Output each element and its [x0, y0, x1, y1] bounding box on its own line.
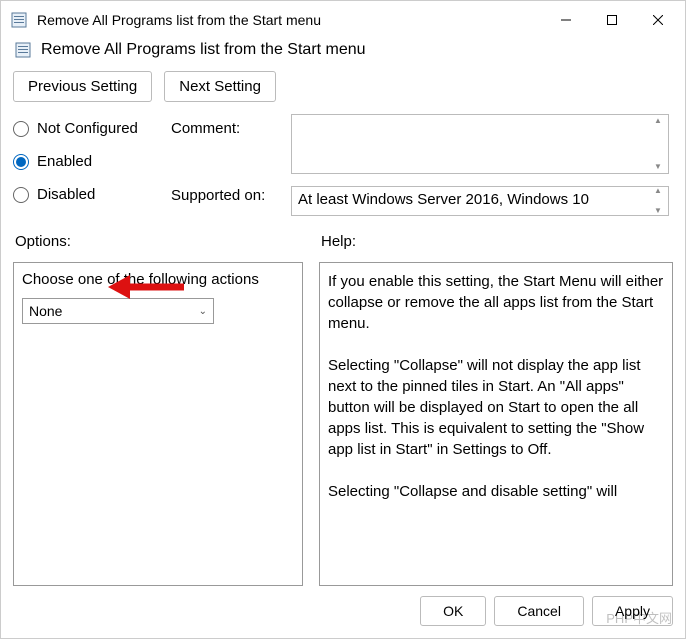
next-setting-button[interactable]: Next Setting — [164, 71, 276, 102]
annotation-arrow-icon — [106, 269, 186, 305]
labels-col: Comment: Supported on: — [171, 114, 291, 204]
maximize-button[interactable] — [589, 4, 635, 36]
titlebar: Remove All Programs list from the Start … — [1, 1, 685, 39]
radio-icon — [13, 154, 29, 170]
ok-button[interactable]: OK — [420, 596, 486, 626]
radio-label: Not Configured — [37, 120, 138, 137]
header-title: Remove All Programs list from the Start … — [41, 41, 366, 59]
options-title: Options: — [13, 233, 303, 250]
footer: OK Cancel Apply — [1, 586, 685, 638]
comment-label: Comment: — [171, 120, 291, 137]
radio-icon — [13, 121, 29, 137]
config-area: Not Configured Enabled Disabled Comment:… — [1, 114, 685, 219]
comment-textarea[interactable]: ▲ ▼ — [291, 114, 669, 174]
radio-group: Not Configured Enabled Disabled — [13, 114, 171, 219]
help-title: Help: — [319, 233, 673, 250]
scroll-down-icon[interactable]: ▼ — [654, 163, 666, 171]
dialog-window: Remove All Programs list from the Start … — [0, 0, 686, 639]
policy-icon — [11, 12, 27, 28]
radio-not-configured[interactable]: Not Configured — [13, 120, 171, 137]
combo-value: None — [29, 303, 62, 319]
supported-label: Supported on: — [171, 187, 291, 204]
policy-icon — [15, 42, 31, 58]
help-text: If you enable this setting, the Start Me… — [328, 271, 664, 502]
help-box: If you enable this setting, the Start Me… — [319, 262, 673, 586]
scroll-down-icon[interactable]: ▼ — [654, 207, 666, 215]
scroll-up-icon[interactable]: ▲ — [654, 117, 666, 125]
apply-button[interactable]: Apply — [592, 596, 673, 626]
fields-col: ▲ ▼ At least Windows Server 2016, Window… — [291, 114, 673, 216]
supported-on-field[interactable]: At least Windows Server 2016, Windows 10… — [291, 186, 669, 216]
window-title: Remove All Programs list from the Start … — [37, 12, 543, 28]
radio-disabled[interactable]: Disabled — [13, 186, 171, 203]
supported-value: At least Windows Server 2016, Windows 10 — [298, 191, 589, 208]
previous-setting-button[interactable]: Previous Setting — [13, 71, 152, 102]
chevron-down-icon: ⌄ — [199, 306, 207, 317]
minimize-button[interactable] — [543, 4, 589, 36]
radio-label: Disabled — [37, 186, 95, 203]
radio-icon — [13, 187, 29, 203]
radio-label: Enabled — [37, 153, 92, 170]
panes: Options: Choose one of the following act… — [1, 219, 685, 586]
close-button[interactable] — [635, 4, 681, 36]
scroll-up-icon[interactable]: ▲ — [654, 187, 666, 195]
cancel-button[interactable]: Cancel — [494, 596, 584, 626]
options-box: Choose one of the following actions None… — [13, 262, 303, 586]
header-row: Remove All Programs list from the Start … — [1, 39, 685, 65]
window-controls — [543, 4, 681, 36]
radio-enabled[interactable]: Enabled — [13, 153, 171, 170]
help-pane: Help: If you enable this setting, the St… — [319, 233, 673, 586]
nav-row: Previous Setting Next Setting — [1, 65, 685, 114]
